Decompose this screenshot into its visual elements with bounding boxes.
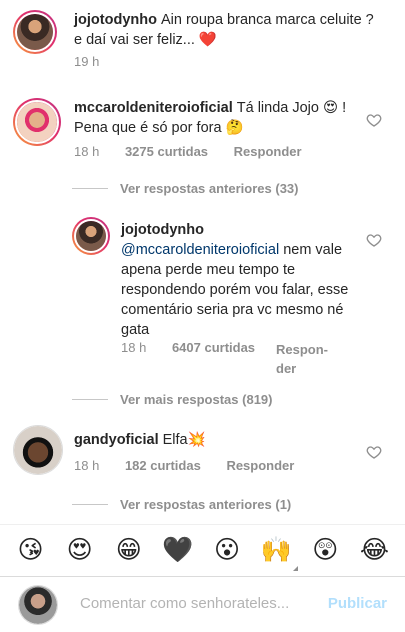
view-previous-replies-label[interactable]: Ver respostas anteriores (33) xyxy=(120,181,298,196)
comment-likes[interactable]: 3275 curtidas xyxy=(125,144,208,159)
comment-likes[interactable]: 182 curtidas xyxy=(125,458,201,473)
avatar-image xyxy=(17,14,53,50)
comment-compose-bar: Comentar como senhorateles... Publicar xyxy=(0,576,405,632)
like-heart-icon[interactable] xyxy=(366,112,382,128)
emoji-tears-of-joy-button[interactable]: 😂 xyxy=(356,535,392,565)
comment-input[interactable]: Comentar como senhorateles... xyxy=(80,595,289,612)
thread-line xyxy=(72,188,108,189)
comment-username[interactable]: jojotodynho xyxy=(121,222,204,238)
avatar-mccaroldeniteroioficial[interactable] xyxy=(13,98,61,146)
comment-text: mccaroldeniteroioficial Tá linda Jojo 😍 !… xyxy=(74,98,354,138)
like-heart-icon[interactable] xyxy=(366,444,382,460)
comment-meta: 18 h 6407 curtidas xyxy=(121,340,277,355)
avatar-image xyxy=(19,586,57,624)
comment-body: Elfa💥 xyxy=(162,432,206,448)
comment-text: gandyoficial Elfa💥 xyxy=(74,430,354,450)
emoji-raised-hands-glyph: 🙌 xyxy=(260,534,292,564)
emoji-raised-hands-button[interactable]: 🙌 xyxy=(258,534,299,571)
emoji-kiss-button[interactable]: 😘 xyxy=(13,535,49,565)
reply-button[interactable]: Responder xyxy=(226,458,294,473)
comment-username[interactable]: jojotodynho xyxy=(74,12,157,28)
avatar-image xyxy=(76,221,106,251)
view-more-replies[interactable]: Ver mais respostas (819) xyxy=(72,392,272,407)
view-previous-replies[interactable]: Ver respostas anteriores (33) xyxy=(72,181,298,196)
comment-likes[interactable]: 6407 curtidas xyxy=(172,340,255,355)
comment-username[interactable]: mccaroldeniteroioficial xyxy=(74,100,233,116)
view-previous-replies[interactable]: Ver respostas anteriores (1) xyxy=(72,497,291,512)
avatar-image xyxy=(17,102,57,142)
comment-meta: 18 h 3275 curtidas Responder xyxy=(74,144,324,159)
comment-text: jojotodynho Ain roupa branca marca celuit… xyxy=(74,10,374,50)
comment-time: 18 h xyxy=(74,458,100,473)
view-previous-replies-label[interactable]: Ver respostas anteriores (1) xyxy=(120,497,291,512)
publish-button[interactable]: Publicar xyxy=(328,595,387,612)
thread-line xyxy=(72,399,108,400)
thread-line xyxy=(72,504,108,505)
view-more-replies-label[interactable]: Ver mais respostas (819) xyxy=(120,392,272,407)
emoji-astonished-button[interactable]: 😲 xyxy=(307,535,343,565)
comment-username[interactable]: gandyoficial xyxy=(74,432,159,448)
comment-time: 18 h xyxy=(121,340,147,355)
comment-text: jojotodynho @mccaroldeniteroioficial nem… xyxy=(121,220,366,340)
reply-button[interactable]: Responder xyxy=(234,144,302,159)
emoji-heart-eyes-button[interactable]: 😍 xyxy=(62,535,98,565)
emoji-quick-bar: 😘 😍 😁 🖤 😮 🙌 😲 😂 xyxy=(0,524,405,574)
reply-button-line2[interactable]: der xyxy=(276,359,328,378)
avatar-image xyxy=(14,426,62,474)
reply-button[interactable]: Respon- der xyxy=(276,340,328,378)
emoji-grin-button[interactable]: 😁 xyxy=(111,535,147,565)
like-heart-icon[interactable] xyxy=(366,232,382,248)
skin-tone-indicator-icon xyxy=(293,565,299,571)
current-user-avatar xyxy=(18,585,58,625)
avatar-jojotodynho-reply[interactable] xyxy=(72,217,110,255)
emoji-open-mouth-button[interactable]: 😮 xyxy=(209,535,245,565)
avatar-jojotodynho[interactable] xyxy=(13,10,57,54)
mention-link[interactable]: @mccaroldeniteroioficial xyxy=(121,242,279,258)
avatar-gandyoficial[interactable] xyxy=(13,425,63,475)
comment-time: 18 h xyxy=(74,144,100,159)
emoji-black-heart-button[interactable]: 🖤 xyxy=(160,535,196,565)
comment-time: 19 h xyxy=(74,54,100,69)
comment-meta: 18 h 182 curtidas Responder xyxy=(74,458,316,473)
reply-button-line1[interactable]: Respon- xyxy=(276,340,328,359)
comment-meta: 19 h xyxy=(74,54,121,69)
